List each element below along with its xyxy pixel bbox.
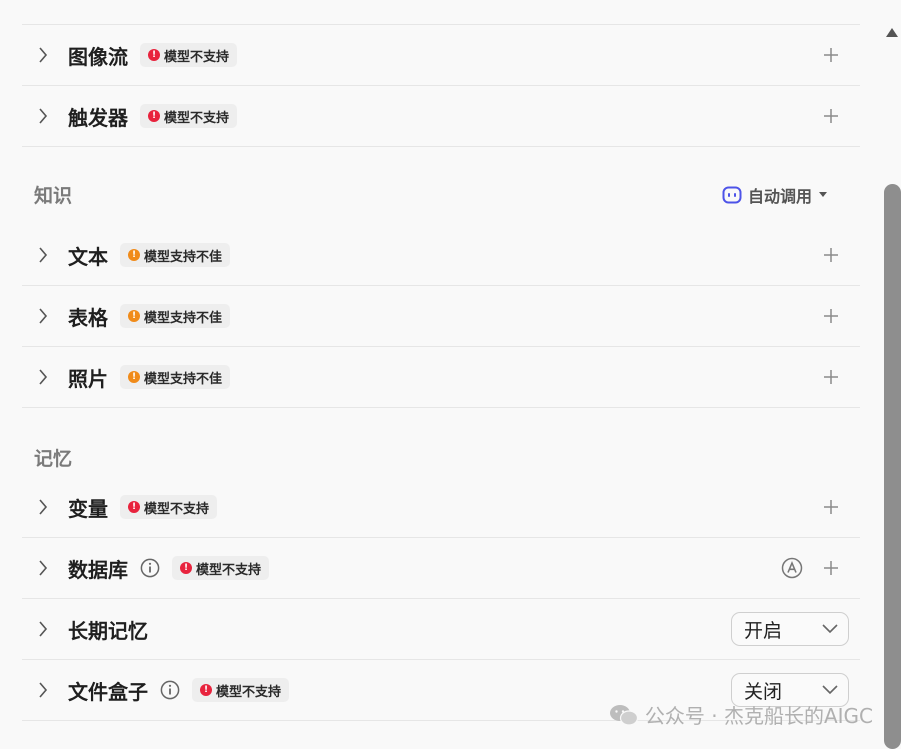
row-title: 表格	[68, 305, 108, 330]
section-title: 知识	[34, 185, 73, 207]
row-title: 文本	[68, 244, 108, 269]
chevron-right-icon[interactable]	[36, 108, 50, 124]
chevron-right-icon[interactable]	[36, 560, 50, 576]
badge-label: 模型不支持	[164, 49, 230, 65]
status-badge: ! 模型不支持	[140, 104, 238, 128]
auto-call-dropdown[interactable]: 自动调用	[722, 183, 828, 207]
section-memory: 记忆	[22, 408, 860, 477]
plus-icon[interactable]	[822, 559, 840, 577]
badge-label: 模型支持不佳	[144, 310, 223, 326]
row-title: 文件盒子	[68, 679, 148, 704]
select-value: 开启	[744, 619, 783, 642]
error-icon: !	[148, 110, 160, 122]
info-icon[interactable]	[140, 558, 160, 578]
warning-icon: !	[128, 249, 140, 261]
status-badge: ! 模型不支持	[140, 43, 238, 67]
badge-label: 模型支持不佳	[144, 371, 223, 387]
error-icon: !	[200, 684, 212, 696]
caret-down-icon	[819, 192, 827, 197]
auto-a-icon[interactable]	[781, 557, 803, 579]
section-knowledge: 知识 自动调用	[22, 147, 860, 225]
row-title: 触发器	[68, 105, 128, 130]
plus-icon[interactable]	[822, 46, 840, 64]
warning-icon: !	[128, 371, 140, 383]
row-title: 长期记忆	[68, 618, 148, 643]
badge-label: 模型支持不佳	[144, 249, 223, 265]
error-icon: !	[180, 562, 192, 574]
chevron-right-icon[interactable]	[36, 247, 50, 263]
error-icon: !	[128, 501, 140, 513]
watermark: 公众号 · 杰克船长的AIGC	[609, 700, 873, 729]
plus-icon[interactable]	[822, 498, 840, 516]
row-title: 变量	[68, 496, 108, 521]
status-badge: ! 模型不支持	[172, 556, 270, 580]
plus-icon[interactable]	[822, 368, 840, 386]
plus-icon[interactable]	[822, 307, 840, 325]
status-badge: ! 模型支持不佳	[120, 243, 231, 267]
badge-label: 模型不支持	[216, 684, 282, 700]
error-icon: !	[148, 49, 160, 61]
scroll-up-arrow-icon[interactable]	[883, 24, 901, 40]
wechat-icon	[609, 704, 638, 726]
row-title: 数据库	[68, 557, 128, 582]
status-badge: ! 模型不支持	[192, 678, 290, 702]
info-icon[interactable]	[160, 680, 180, 700]
robot-icon	[722, 186, 742, 204]
row-variables[interactable]: 变量 ! 模型不支持	[22, 477, 860, 538]
status-badge: ! 模型支持不佳	[120, 304, 231, 328]
row-table[interactable]: 表格 ! 模型支持不佳	[22, 286, 860, 347]
row-trigger[interactable]: 触发器 ! 模型不支持	[22, 86, 860, 147]
section-title: 记忆	[34, 448, 73, 470]
status-badge: ! 模型支持不佳	[120, 365, 231, 389]
warning-icon: !	[128, 310, 140, 322]
badge-label: 模型不支持	[196, 562, 262, 578]
badge-label: 模型不支持	[164, 110, 230, 126]
status-badge: ! 模型不支持	[120, 495, 218, 519]
row-long-term-memory[interactable]: 长期记忆 开启	[22, 599, 860, 660]
badge-label: 模型不支持	[144, 501, 210, 517]
top-band	[0, 0, 880, 12]
watermark-text: 公众号 · 杰克船长的AIGC	[644, 704, 873, 728]
row-database[interactable]: 数据库 ! 模型不支持	[22, 538, 860, 599]
plus-icon[interactable]	[822, 246, 840, 264]
long-term-memory-select[interactable]: 开启	[731, 612, 849, 646]
row-text[interactable]: 文本 ! 模型支持不佳	[22, 225, 860, 286]
settings-panel: 图像流 ! 模型不支持 触发器 ! 模型不支持 知识 自动调用 文本 ! 模型支…	[22, 25, 860, 721]
chevron-down-icon	[822, 685, 838, 695]
chevron-right-icon[interactable]	[36, 621, 50, 637]
row-photo[interactable]: 照片 ! 模型支持不佳	[22, 347, 860, 408]
auto-call-label: 自动调用	[747, 187, 812, 206]
chevron-right-icon[interactable]	[36, 499, 50, 515]
chevron-down-icon	[822, 624, 838, 634]
chevron-right-icon[interactable]	[36, 308, 50, 324]
scrollbar-thumb[interactable]	[884, 184, 901, 749]
row-title: 照片	[68, 366, 108, 391]
chevron-right-icon[interactable]	[36, 369, 50, 385]
row-image-flow[interactable]: 图像流 ! 模型不支持	[22, 25, 860, 86]
chevron-right-icon[interactable]	[36, 682, 50, 698]
chevron-right-icon[interactable]	[36, 47, 50, 63]
plus-icon[interactable]	[822, 107, 840, 125]
row-title: 图像流	[68, 44, 128, 69]
